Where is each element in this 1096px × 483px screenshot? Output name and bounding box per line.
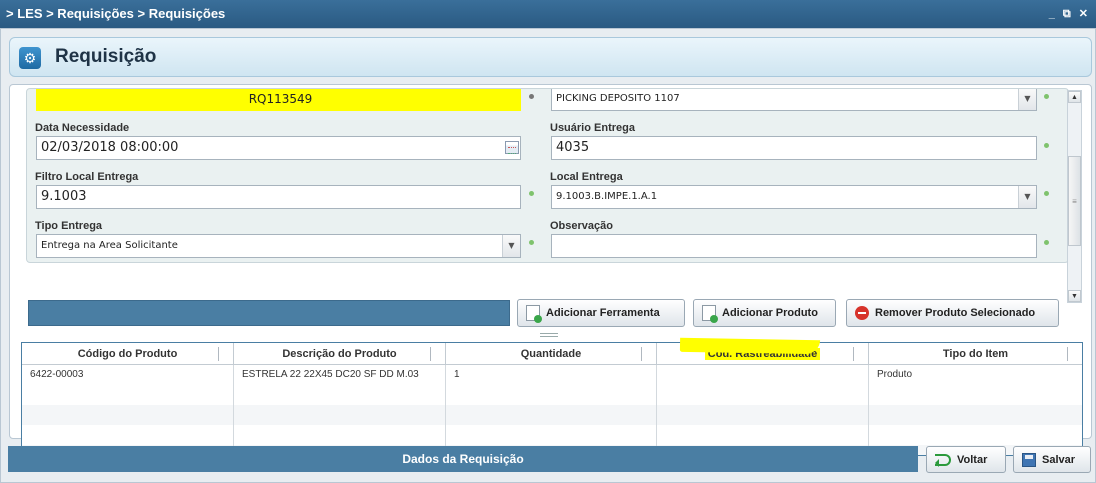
save-label: Salvar — [1042, 453, 1076, 466]
scroll-up-icon[interactable]: ▲ — [1068, 91, 1081, 103]
table-cell — [657, 365, 869, 385]
splitter-handle[interactable] — [540, 333, 558, 337]
back-arrow-icon — [935, 453, 951, 467]
save-icon — [1022, 452, 1036, 467]
restore-icon[interactable]: ⧉ — [1063, 0, 1071, 28]
column-header[interactable]: Código do Produto — [22, 343, 234, 364]
column-header[interactable]: Descrição do Produto — [234, 343, 446, 364]
scroll-thumb[interactable]: ≡ — [1068, 156, 1081, 246]
tipo-entrega-select[interactable]: Entrega na Area Solicitante ▼ — [36, 234, 521, 258]
remove-icon — [855, 306, 869, 320]
usuario-entrega-label: Usuário Entrega — [550, 122, 635, 134]
status-dot — [1044, 191, 1049, 196]
tipo-entrega-value: Entrega na Area Solicitante — [41, 240, 178, 251]
local-entrega-value: 9.1003.B.IMPE.1.A.1 — [556, 191, 658, 202]
products-table: Código do Produto Descrição do Produto Q… — [21, 342, 1083, 456]
add-document-icon — [526, 305, 542, 323]
add-document-icon — [702, 305, 718, 323]
close-icon[interactable]: ✕ — [1079, 0, 1088, 28]
add-tool-button[interactable]: Adicionar Ferramenta — [517, 299, 685, 327]
data-necessidade-field[interactable]: 02/03/2018 08:00:00 — [36, 136, 521, 160]
add-product-label: Adicionar Produto — [722, 307, 818, 319]
window-controls: _ ⧉ ✕ — [1049, 0, 1088, 28]
chevron-down-icon[interactable]: ▼ — [502, 235, 520, 257]
table-row[interactable]: 6422-00003 ESTRELA 22 22X45 DC20 SF DD M… — [22, 365, 1082, 385]
minimize-icon[interactable]: _ — [1049, 0, 1055, 28]
table-empty-rows — [22, 385, 1082, 455]
status-dot — [1044, 143, 1049, 148]
scroll-down-icon[interactable]: ▼ — [1068, 290, 1081, 302]
column-header[interactable]: Tipo do Item — [869, 343, 1082, 364]
table-cell: 6422-00003 — [22, 365, 234, 385]
gear-icon: ⚙ — [19, 47, 41, 69]
add-tool-label: Adicionar Ferramenta — [546, 307, 660, 319]
local-entrega-select[interactable]: 9.1003.B.IMPE.1.A.1 ▼ — [551, 185, 1037, 209]
tipo-entrega-label: Tipo Entrega — [35, 220, 103, 232]
page-title: Requisição — [55, 46, 157, 67]
save-button[interactable]: Salvar — [1013, 446, 1091, 473]
status-dot — [1044, 94, 1049, 99]
chevron-down-icon[interactable]: ▼ — [1018, 186, 1036, 208]
requisicao-field[interactable]: RQ113549 — [36, 89, 521, 111]
table-cell: ESTRELA 22 22X45 DC20 SF DD M.03 — [234, 365, 446, 385]
deposito-value: PICKING DEPOSITO 1107 — [556, 93, 680, 104]
breadcrumb: > LES > Requisições > Requisições — [6, 6, 226, 21]
toolbar-band — [28, 300, 510, 326]
observacao-field[interactable] — [551, 234, 1037, 258]
main-panel: RQ113549 PICKING DEPOSITO 1107 ▼ Data Ne… — [9, 84, 1092, 456]
table-header: Código do Produto Descrição do Produto Q… — [22, 343, 1082, 365]
window-titlebar: > LES > Requisições > Requisições _ ⧉ ✕ — [0, 0, 1096, 28]
usuario-entrega-field[interactable]: 4035 — [551, 136, 1037, 160]
filtro-local-field[interactable]: 9.1003 — [36, 185, 521, 209]
calendar-icon[interactable] — [505, 141, 519, 154]
table-cell: 1 — [446, 365, 657, 385]
status-dot — [1044, 240, 1049, 245]
data-necessidade-label: Data Necessidade — [35, 122, 130, 134]
back-button[interactable]: Voltar — [926, 446, 1006, 473]
status-dot — [529, 240, 534, 245]
form-area: RQ113549 PICKING DEPOSITO 1107 ▼ Data Ne… — [26, 88, 1069, 263]
local-entrega-label: Local Entrega — [550, 171, 623, 183]
remove-product-label: Remover Produto Selecionado — [875, 307, 1036, 319]
page-header: ⚙ Requisição — [9, 37, 1092, 77]
status-dot — [529, 191, 534, 196]
vertical-scrollbar[interactable]: ▲ ≡ ▼ — [1067, 90, 1082, 303]
add-product-button[interactable]: Adicionar Produto — [693, 299, 836, 327]
observacao-label: Observação — [550, 220, 613, 232]
highlight-mark — [679, 337, 821, 355]
remove-product-button[interactable]: Remover Produto Selecionado — [846, 299, 1059, 327]
column-header[interactable]: Quantidade — [446, 343, 657, 364]
chevron-down-icon[interactable]: ▼ — [1018, 89, 1036, 110]
deposito-select[interactable]: PICKING DEPOSITO 1107 ▼ — [551, 89, 1037, 111]
filtro-local-label: Filtro Local Entrega — [35, 171, 139, 183]
window-body: ⚙ Requisição RQ113549 PICKING DEPOSITO 1… — [0, 28, 1096, 483]
footer-title: Dados da Requisição — [8, 446, 918, 472]
table-cell: Produto — [877, 369, 913, 380]
back-label: Voltar — [957, 453, 988, 466]
status-dot — [529, 94, 534, 99]
